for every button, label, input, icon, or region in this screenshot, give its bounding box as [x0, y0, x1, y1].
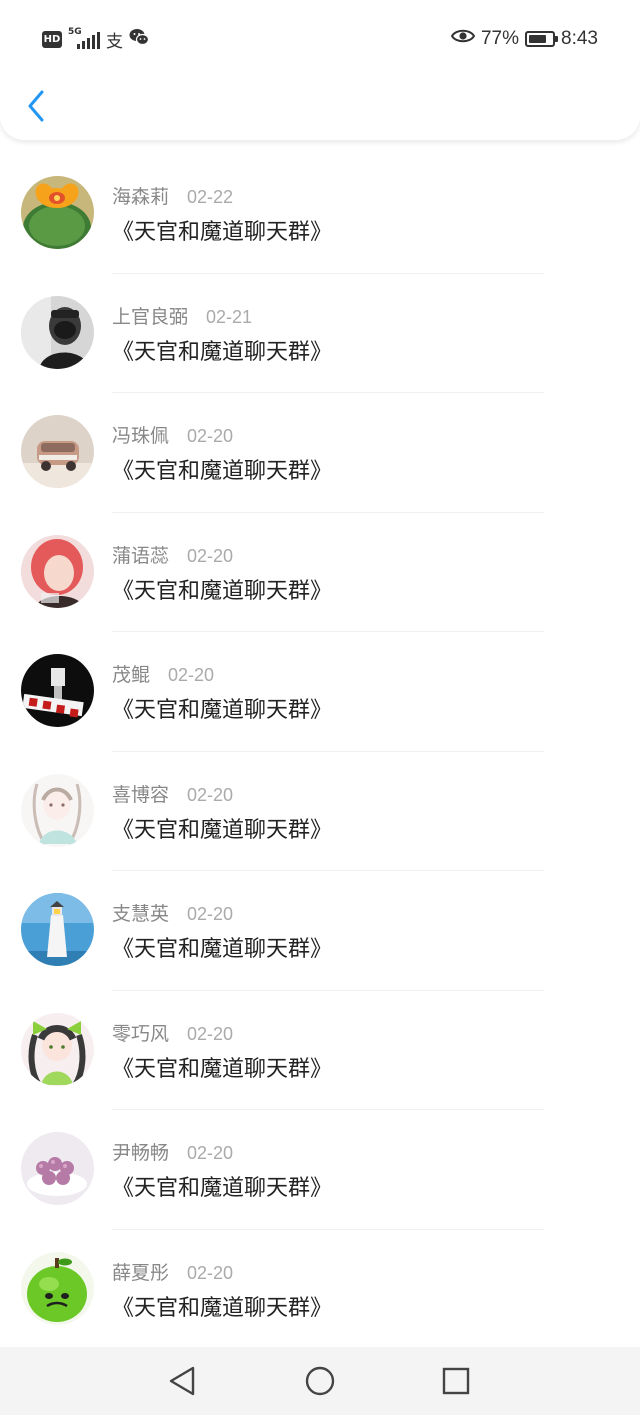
message-date: 02-20 — [168, 665, 215, 685]
sender-name: 上官良弼 02-21 — [112, 305, 253, 328]
battery-icon — [525, 31, 559, 47]
avatar-red-hair-girl — [21, 534, 94, 608]
message-preview: 《天官和魔道聊天群》 — [112, 220, 333, 245]
status-bar: HD 5G 支 77% 8:43 — [0, 0, 640, 78]
sender-name: 海森莉 02-22 — [112, 186, 234, 208]
nav-back-button[interactable] — [160, 1359, 204, 1403]
avatar-toy-van — [21, 415, 94, 488]
message-date: 02-20 — [187, 1262, 234, 1283]
avatar-green-apple — [21, 1251, 94, 1325]
message-date: 02-21 — [206, 306, 253, 327]
avatar-masked-person — [21, 295, 94, 369]
message-preview: 《天官和魔道聊天群》 — [112, 578, 333, 604]
message-preview: 《天官和魔道聊天群》 — [112, 1056, 333, 1082]
list-item[interactable]: 上官良弼 02-21 《天官和魔道聊天群》 — [0, 274, 640, 393]
list-item[interactable]: 海森莉 02-22 《天官和魔道聊天群》 — [0, 154, 640, 274]
clock-time: 8:43 — [561, 28, 598, 49]
list-item[interactable]: 零巧风 02-20 《天官和魔道聊天群》 — [0, 991, 640, 1110]
hd-badge: HD — [42, 30, 62, 48]
message-list-screen: HD 5G 支 77% 8:43 海森莉 02-22 《天官和魔道聊天群》 上官… — [0, 0, 640, 1415]
list-item[interactable]: 喜博容 02-20 《天官和魔道聊天群》 — [0, 752, 640, 871]
message-preview: 《天官和魔道聊天群》 — [112, 339, 333, 365]
avatar-cactus — [21, 176, 94, 249]
sender-name: 蒲语蕊 02-20 — [112, 544, 234, 567]
message-date: 02-20 — [187, 1143, 234, 1163]
avatar-dark-banner — [21, 654, 94, 727]
sender-name: 支慧英 02-20 — [112, 903, 234, 925]
sender-name: 尹畅畅 02-20 — [112, 1142, 234, 1164]
sender-name: 零巧风 02-20 — [112, 1022, 234, 1045]
signal-icon: 5G — [68, 27, 100, 49]
list-item[interactable]: 冯珠佩 02-20 《天官和魔道聊天群》 — [0, 393, 640, 513]
message-preview: 《天官和魔道聊天群》 — [112, 1176, 333, 1201]
sender-name: 喜博容 02-20 — [112, 783, 234, 806]
message-preview: 《天官和魔道聊天群》 — [112, 937, 333, 962]
message-date: 02-20 — [187, 545, 234, 566]
status-right: 77% 8:43 — [450, 26, 598, 52]
list-item[interactable]: 尹畅畅 02-20 《天官和魔道聊天群》 — [0, 1110, 640, 1230]
status-left: HD 5G 支 — [42, 27, 150, 52]
avatar-anime-sketch — [21, 773, 94, 847]
list-item[interactable]: 薛夏彤 02-20 《天官和魔道聊天群》 — [0, 1230, 640, 1350]
list-item[interactable]: 茂鲲 02-20 《天官和魔道聊天群》 — [0, 632, 640, 752]
avatar-anime-green-bow — [21, 1012, 94, 1086]
list-item[interactable]: 支慧英 02-20 《天官和魔道聊天群》 — [0, 871, 640, 991]
sender-name: 茂鲲 02-20 — [112, 664, 215, 686]
message-preview: 《天官和魔道聊天群》 — [112, 698, 333, 723]
nav-recents-button[interactable] — [434, 1359, 478, 1403]
battery-percent: 77% — [480, 28, 520, 49]
sender-name: 冯珠佩 02-20 — [112, 425, 234, 447]
triangle-back-icon — [169, 1366, 195, 1396]
avatar-purple-dessert — [21, 1132, 94, 1205]
message-preview: 《天官和魔道聊天群》 — [112, 1295, 333, 1321]
message-date: 02-20 — [187, 904, 234, 924]
message-date: 02-22 — [187, 187, 234, 207]
nav-home-button[interactable] — [298, 1359, 342, 1403]
message-preview: 《天官和魔道聊天群》 — [112, 459, 333, 484]
chevron-left-icon — [28, 90, 44, 122]
message-date: 02-20 — [187, 426, 234, 446]
list-item[interactable]: 蒲语蕊 02-20 《天官和魔道聊天群》 — [0, 513, 640, 632]
message-list: 海森莉 02-22 《天官和魔道聊天群》 上官良弼 02-21 《天官和魔道聊天群》 — [0, 154, 640, 1349]
navigation-bar — [0, 1347, 640, 1415]
message-date: 02-20 — [187, 1023, 234, 1044]
sender-name: 薛夏彤 02-20 — [112, 1261, 234, 1284]
avatar-lighthouse — [21, 893, 94, 966]
wechat-icon — [129, 28, 150, 50]
message-preview: 《天官和魔道聊天群》 — [112, 817, 333, 843]
eye-icon — [450, 27, 476, 51]
alipay-icon: 支 — [106, 31, 123, 52]
circle-home-icon — [305, 1366, 335, 1396]
message-date: 02-20 — [187, 784, 234, 805]
header: HD 5G 支 77% 8:43 — [0, 0, 640, 140]
square-recents-icon — [442, 1367, 470, 1395]
back-button[interactable] — [16, 84, 56, 128]
